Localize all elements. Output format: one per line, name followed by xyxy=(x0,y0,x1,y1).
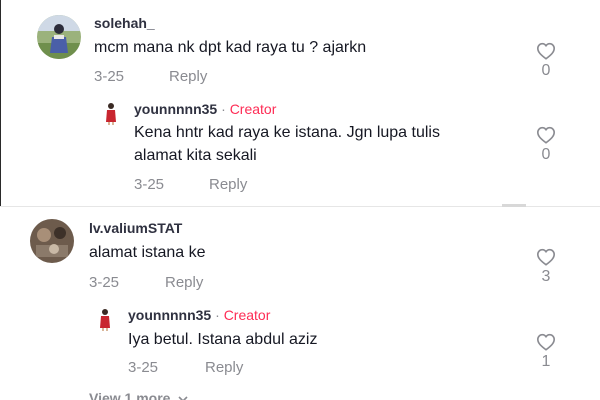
reply-text: Iya betul. Istana abdul aziz xyxy=(128,331,318,348)
heart-outline-icon xyxy=(536,42,556,60)
reply-date: 3-25 xyxy=(134,176,165,193)
creator-badge: Creator xyxy=(229,101,277,117)
reply-date: 3-25 xyxy=(128,359,159,376)
reply-username: younnnnn35 · Creator xyxy=(134,101,276,117)
comment-text: alamat istana ke xyxy=(89,244,206,261)
reply-button[interactable]: Reply xyxy=(205,359,243,376)
creator-badge: Creator xyxy=(223,307,271,323)
heart-outline-icon xyxy=(536,126,556,144)
comment-username[interactable]: solehah_ xyxy=(94,15,155,31)
avatar[interactable] xyxy=(99,101,123,125)
reply-button[interactable]: Reply xyxy=(209,176,247,193)
reply-button[interactable]: Reply xyxy=(165,274,203,291)
like-count: 3 xyxy=(541,268,551,285)
separator-dot: · xyxy=(221,101,226,117)
reply-button[interactable]: Reply xyxy=(169,68,207,85)
creator-username[interactable]: younnnnn35 xyxy=(128,307,211,323)
like-count: 0 xyxy=(541,62,551,79)
like-count: 1 xyxy=(541,353,551,370)
like-count: 0 xyxy=(541,146,551,163)
comment-date: 3-25 xyxy=(89,274,120,291)
heart-outline-icon xyxy=(536,248,556,266)
creator-username[interactable]: younnnnn35 xyxy=(134,101,217,117)
reply-username: younnnnn35 · Creator xyxy=(128,307,270,323)
separator-dot: · xyxy=(215,307,220,323)
like-button[interactable]: 0 xyxy=(531,42,561,80)
like-button[interactable]: 0 xyxy=(531,126,561,164)
chevron-down-icon xyxy=(178,396,188,400)
heart-outline-icon xyxy=(536,333,556,351)
comment-username[interactable]: lv.valiumSTAT xyxy=(89,220,182,236)
avatar[interactable] xyxy=(30,219,74,263)
reply-text-line: alamat kita sekali xyxy=(134,147,257,164)
view-more-label: View 1 more xyxy=(89,390,171,400)
comment-text: mcm mana nk dpt kad raya tu ? ajarkn xyxy=(94,39,367,56)
reply-text-line: Kena hntr kad raya ke istana. Jgn lupa t… xyxy=(134,124,440,141)
comment-panel-top: solehah_ mcm mana nk dpt kad raya tu ? a… xyxy=(0,0,600,207)
avatar[interactable] xyxy=(37,15,81,59)
comment-date: 3-25 xyxy=(94,68,125,85)
avatar[interactable] xyxy=(93,307,117,331)
view-more-replies-button[interactable]: View 1 more xyxy=(89,390,188,400)
like-button[interactable]: 3 xyxy=(531,248,561,286)
like-button[interactable]: 1 xyxy=(531,333,561,371)
reply-text: Kena hntr kad raya ke istana. Jgn lupa t… xyxy=(134,121,440,167)
